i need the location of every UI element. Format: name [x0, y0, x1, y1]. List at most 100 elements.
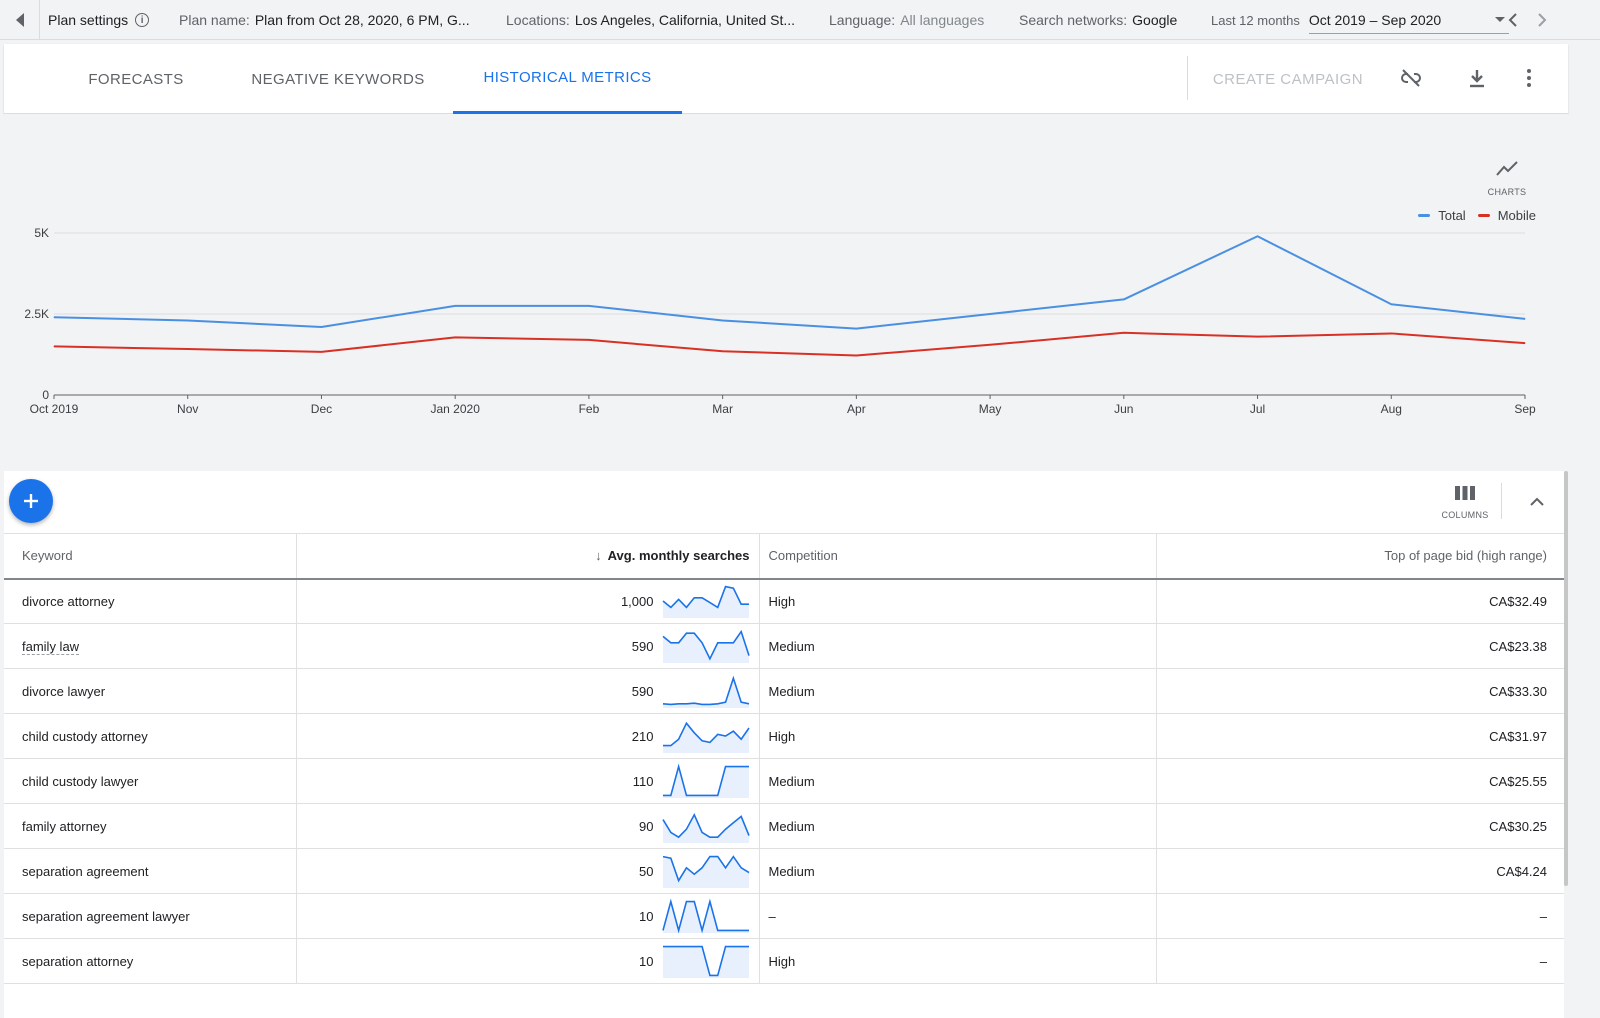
avg-monthly-searches-value: 110	[632, 773, 654, 789]
date-range-label: Last 12 months	[1211, 12, 1300, 28]
table-row[interactable]: family attorney 90 Medium CA$30.25	[4, 803, 1564, 849]
toolbar-divider	[1187, 56, 1188, 100]
top-of-page-bid-cell: CA$32.49	[1156, 578, 1564, 624]
language-setting[interactable]: Language: All languages	[829, 0, 984, 40]
plan-name-setting[interactable]: Plan name: Plan from Oct 28, 2020, 6 PM,…	[179, 0, 470, 40]
more-options-button[interactable]	[1513, 62, 1545, 94]
chevron-up-icon	[1530, 497, 1544, 506]
chart-legend: Total Mobile	[1406, 208, 1536, 223]
info-icon[interactable]: i	[135, 13, 150, 27]
x-tick-label: May	[979, 402, 1002, 416]
columns-button[interactable]: COLUMNS	[1440, 485, 1490, 520]
tabs-header: FORECASTS NEGATIVE KEYWORDS HISTORICAL M…	[4, 44, 1568, 114]
legend-label-total[interactable]: Total	[1438, 208, 1465, 223]
data-point-mobile	[1123, 332, 1125, 334]
table-row[interactable]: divorce attorney 1,000 High CA$32.49	[4, 578, 1564, 624]
toolbar-divider	[1501, 483, 1502, 519]
add-keyword-button[interactable]	[9, 479, 53, 523]
table-row[interactable]: separation agreement lawyer 10 – –	[4, 893, 1564, 939]
top-of-page-bid-cell: CA$25.55	[1156, 758, 1564, 804]
avg-monthly-searches-cell: 110	[296, 758, 760, 804]
keyword-text[interactable]: family law	[22, 638, 80, 655]
y-tick-label: 2.5K	[24, 307, 49, 321]
tab-negative-keywords[interactable]: NEGATIVE KEYWORDS	[240, 44, 436, 114]
unlink-button[interactable]	[1395, 62, 1427, 94]
charts-label: CHARTS	[1487, 187, 1527, 197]
tab-forecasts[interactable]: FORECASTS	[66, 44, 206, 114]
date-range-select[interactable]: Oct 2019 – Sep 2020	[1308, 6, 1510, 34]
historical-searches-chart: 0 2.5K 5K Oct 2019 Nov Dec Jan 2020 Feb Mar Apr Ma…	[24, 226, 1536, 416]
top-of-page-bid-cell: CA$30.25	[1156, 803, 1564, 849]
keyword-text[interactable]: separation agreement lawyer	[22, 909, 190, 924]
keyword-cell: separation agreement lawyer	[4, 893, 297, 939]
data-point-total	[1390, 303, 1392, 305]
legend-label-mobile[interactable]: Mobile	[1498, 208, 1536, 223]
top-of-page-bid-cell: CA$31.97	[1156, 713, 1564, 759]
keyword-text[interactable]: divorce attorney	[22, 594, 115, 609]
download-icon	[1470, 70, 1484, 88]
previous-period-button[interactable]	[1503, 0, 1523, 40]
keyword-cell: divorce attorney	[4, 578, 297, 624]
table-row[interactable]: separation agreement 50 Medium CA$4.24	[4, 848, 1564, 894]
plan-settings[interactable]: Plan settings i	[48, 0, 150, 40]
table-row[interactable]: child custody attorney 210 High CA$31.97	[4, 713, 1564, 759]
data-point-total	[722, 319, 724, 321]
historical-chart-panel: 0 2.5K 5K Oct 2019 Nov Dec Jan 2020 Feb Mar Apr Ma…	[4, 114, 1568, 471]
avg-monthly-searches-value: 590	[631, 683, 654, 699]
top-of-page-bid-cell: CA$23.38	[1156, 623, 1564, 669]
data-point-total	[855, 328, 857, 330]
keyword-text[interactable]: separation attorney	[22, 954, 133, 969]
table-scrollbar[interactable]	[1564, 471, 1568, 886]
search-networks-setting[interactable]: Search networks: Google	[1019, 0, 1177, 40]
charts-button[interactable]: CHARTS	[1482, 160, 1532, 197]
x-tick-label: Feb	[579, 402, 600, 416]
table-header-row: Keyword ↓ Avg. monthly searches Competiti…	[4, 533, 1564, 580]
x-tick-label: Mar	[712, 402, 733, 416]
keyword-column-header[interactable]: Keyword	[4, 533, 297, 580]
competition-column-header[interactable]: Competition	[759, 533, 1157, 580]
columns-label: COLUMNS	[1441, 510, 1489, 520]
data-point-total	[1257, 235, 1259, 237]
x-tick-label: Nov	[177, 402, 198, 416]
download-button[interactable]	[1461, 62, 1493, 94]
avg-monthly-searches-column-header[interactable]: ↓ Avg. monthly searches	[296, 533, 760, 580]
table-row[interactable]: separation attorney 10 High –	[4, 938, 1564, 984]
keyword-text[interactable]: divorce lawyer	[22, 684, 105, 699]
trend-sparkline	[662, 721, 750, 753]
collapse-table-button[interactable]	[1522, 487, 1552, 517]
search-networks-label: Search networks:	[1019, 12, 1128, 28]
keyword-text[interactable]: child custody attorney	[22, 729, 148, 744]
link-off-icon	[1401, 69, 1421, 87]
data-point-total	[989, 313, 991, 315]
keyword-text[interactable]: family attorney	[22, 819, 107, 834]
collapse-sidebar-button[interactable]	[0, 0, 40, 40]
plan-name-label: Plan name:	[179, 12, 250, 28]
data-point-total	[588, 305, 590, 307]
table-row[interactable]: family law 590 Medium CA$23.38	[4, 623, 1564, 669]
chevron-right-icon	[1538, 13, 1547, 27]
keyword-cell: separation agreement	[4, 848, 297, 894]
top-of-page-bid-column-header[interactable]: Top of page bid (high range)	[1156, 533, 1564, 580]
next-period-button[interactable]	[1532, 0, 1552, 40]
data-point-mobile	[1390, 332, 1392, 334]
locations-setting[interactable]: Locations: Los Angeles, California, Unit…	[506, 0, 795, 40]
create-campaign-button[interactable]: CREATE CAMPAIGN	[1202, 44, 1374, 114]
sparkline-area	[662, 814, 749, 843]
avg-monthly-searches-cell: 50	[296, 848, 760, 894]
table-row[interactable]: divorce lawyer 590 Medium CA$33.30	[4, 668, 1564, 714]
sort-descending-icon: ↓	[595, 548, 602, 564]
keyword-text[interactable]: separation agreement	[22, 864, 148, 879]
series-line-total	[53, 235, 1526, 330]
data-point-mobile	[1257, 336, 1259, 338]
avg-monthly-searches-value: 50	[639, 863, 654, 879]
keyword-table-panel: COLUMNS Keyword ↓ Avg. monthly searches C…	[4, 471, 1564, 1018]
avg-monthly-searches-value: 590	[631, 638, 654, 654]
sparkline-area	[662, 631, 749, 663]
x-tick-label: Aug	[1381, 402, 1402, 416]
table-row[interactable]: child custody lawyer 110 Medium CA$25.55	[4, 758, 1564, 804]
data-point-mobile	[722, 350, 724, 352]
competition-cell: Medium	[759, 758, 1157, 804]
keyword-text[interactable]: child custody lawyer	[22, 774, 138, 789]
tab-historical-metrics[interactable]: HISTORICAL METRICS	[453, 44, 682, 114]
legend-swatch-mobile	[1477, 214, 1490, 217]
